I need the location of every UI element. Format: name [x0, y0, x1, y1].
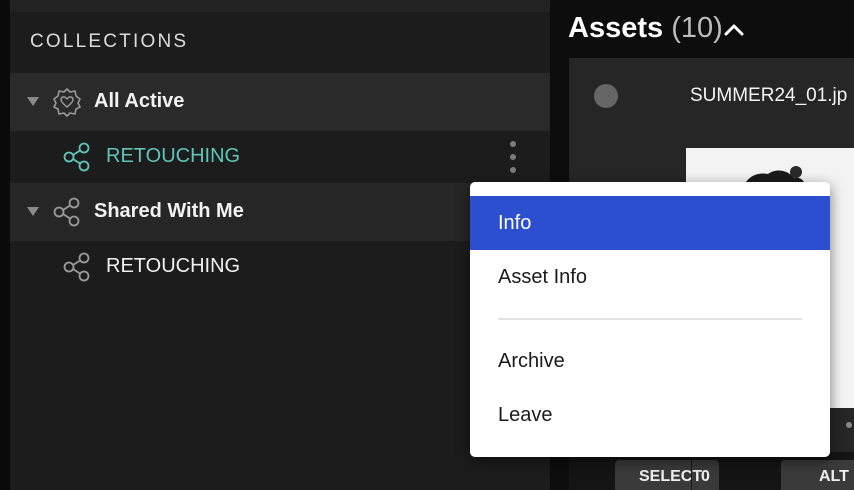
menu-item-archive[interactable]: Archive — [470, 334, 830, 388]
menu-divider — [498, 318, 802, 320]
menu-item-asset-info[interactable]: Asset Info — [470, 250, 830, 304]
sidebar-item-label: Shared With Me — [94, 200, 244, 222]
expand-caret-icon[interactable] — [27, 207, 39, 216]
alt-button[interactable]: ALT — [781, 460, 854, 490]
share-icon — [63, 252, 90, 282]
sidebar-item-all-active[interactable]: All Active — [10, 73, 550, 131]
more-options-icon[interactable] — [506, 141, 520, 173]
select-label: SELECT — [639, 468, 703, 485]
share-icon — [53, 197, 80, 227]
app-root: COLLECTIONS All Active RETOUCHING Shared… — [0, 0, 854, 490]
sidebar-item-label: RETOUCHING — [106, 255, 241, 277]
menu-item-leave[interactable]: Leave — [470, 388, 830, 442]
collections-sidebar: COLLECTIONS All Active RETOUCHING Shared… — [10, 0, 550, 490]
assets-title-text: Assets — [568, 12, 664, 44]
select-radio[interactable] — [594, 84, 618, 108]
assets-count: (10) — [671, 12, 723, 44]
heart-badge-icon — [53, 88, 81, 117]
share-icon — [63, 142, 90, 172]
sidebar-item-shared-with-me[interactable]: Shared With Me — [10, 183, 550, 241]
select-count: 0 — [691, 460, 719, 490]
sidebar-item-retouching-shared[interactable]: RETOUCHING — [10, 241, 550, 293]
pagination-dot — [846, 422, 852, 428]
select-button[interactable]: SELECT 0 — [615, 460, 719, 490]
sidebar-item-label: RETOUCHING — [106, 145, 241, 167]
context-menu: Info Asset Info Archive Leave — [470, 182, 830, 457]
section-title: COLLECTIONS — [30, 31, 189, 52]
asset-filename: SUMMER24_01.jp — [690, 85, 848, 106]
menu-item-info[interactable]: Info — [470, 196, 830, 250]
sidebar-top-strip — [10, 0, 550, 12]
sidebar-item-retouching[interactable]: RETOUCHING — [10, 131, 550, 183]
expand-caret-icon[interactable] — [27, 97, 39, 106]
chevron-up-icon[interactable] — [722, 18, 746, 42]
asset-action-bar: SELECT 0 ALT — [569, 452, 854, 490]
assets-title: Assets (10) — [568, 12, 723, 45]
sidebar-item-label: All Active — [94, 90, 185, 112]
